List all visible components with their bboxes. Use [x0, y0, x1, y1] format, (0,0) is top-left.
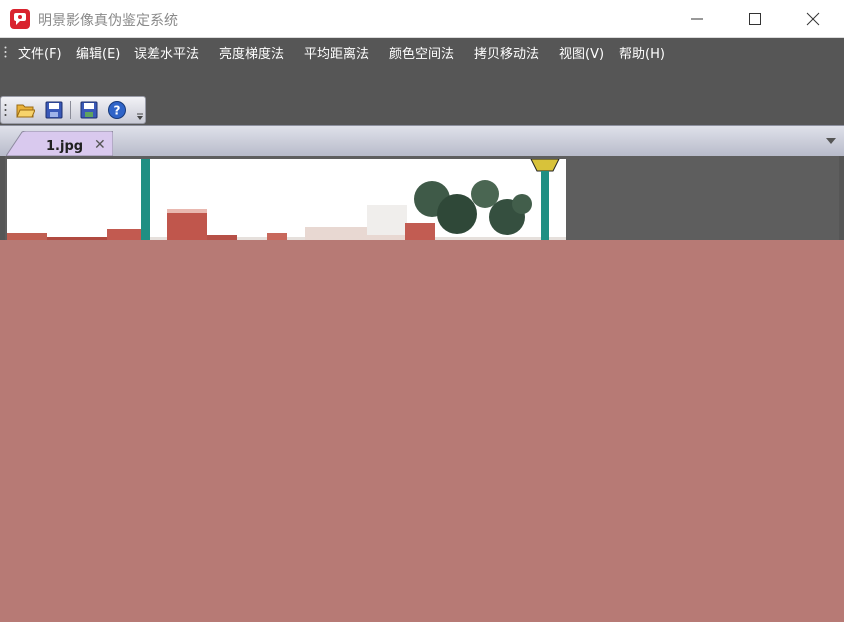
tab-bar: 1.jpg ✕	[0, 125, 844, 156]
toolbar-overflow-icon[interactable]	[136, 113, 144, 121]
close-icon	[806, 12, 820, 26]
minimize-button[interactable]	[668, 0, 726, 38]
menu-color-space[interactable]: 颜色空间法	[389, 43, 454, 62]
menu-view[interactable]: 视图(V)	[559, 43, 604, 62]
image-preview[interactable]	[7, 159, 566, 240]
toolbar-separator	[70, 101, 71, 119]
menu-average-distance[interactable]: 平均距离法	[304, 43, 369, 62]
menu-luminance-gradient[interactable]: 亮度梯度法	[219, 43, 284, 62]
maximize-icon	[749, 13, 761, 25]
svg-text:?: ?	[114, 104, 121, 118]
menu-help[interactable]: 帮助(H)	[619, 43, 665, 62]
tab-label: 1.jpg	[46, 139, 84, 154]
save-icon[interactable]	[44, 100, 64, 120]
minimize-icon	[691, 18, 703, 20]
close-button[interactable]	[784, 0, 842, 38]
maximize-button[interactable]	[726, 0, 784, 38]
help-icon[interactable]: ?	[107, 100, 127, 120]
tab-list-dropdown-icon[interactable]	[826, 138, 836, 144]
app-icon	[10, 9, 30, 29]
title-bar: 明景影像真伪鉴定系统	[0, 0, 844, 38]
tab-1-jpg[interactable]: 1.jpg ✕	[6, 131, 113, 156]
menu-bar: 文件(F) 编辑(E) 误差水平法 亮度梯度法 平均距离法 颜色空间法 拷贝移动…	[0, 38, 844, 65]
save-as-icon[interactable]	[79, 100, 99, 120]
menu-file[interactable]: 文件(F)	[18, 43, 62, 62]
menu-error-level[interactable]: 误差水平法	[134, 43, 199, 62]
grip-icon[interactable]	[4, 103, 7, 117]
close-icon[interactable]: ✕	[94, 137, 106, 153]
toolbar: ?	[0, 96, 146, 124]
menu-copy-move[interactable]: 拷贝移动法	[474, 43, 539, 62]
redaction-overlay	[0, 240, 844, 622]
menu-edit[interactable]: 编辑(E)	[76, 43, 120, 62]
window-title: 明景影像真伪鉴定系统	[38, 13, 178, 29]
open-folder-icon[interactable]	[15, 100, 35, 120]
grip-icon[interactable]	[4, 46, 7, 58]
